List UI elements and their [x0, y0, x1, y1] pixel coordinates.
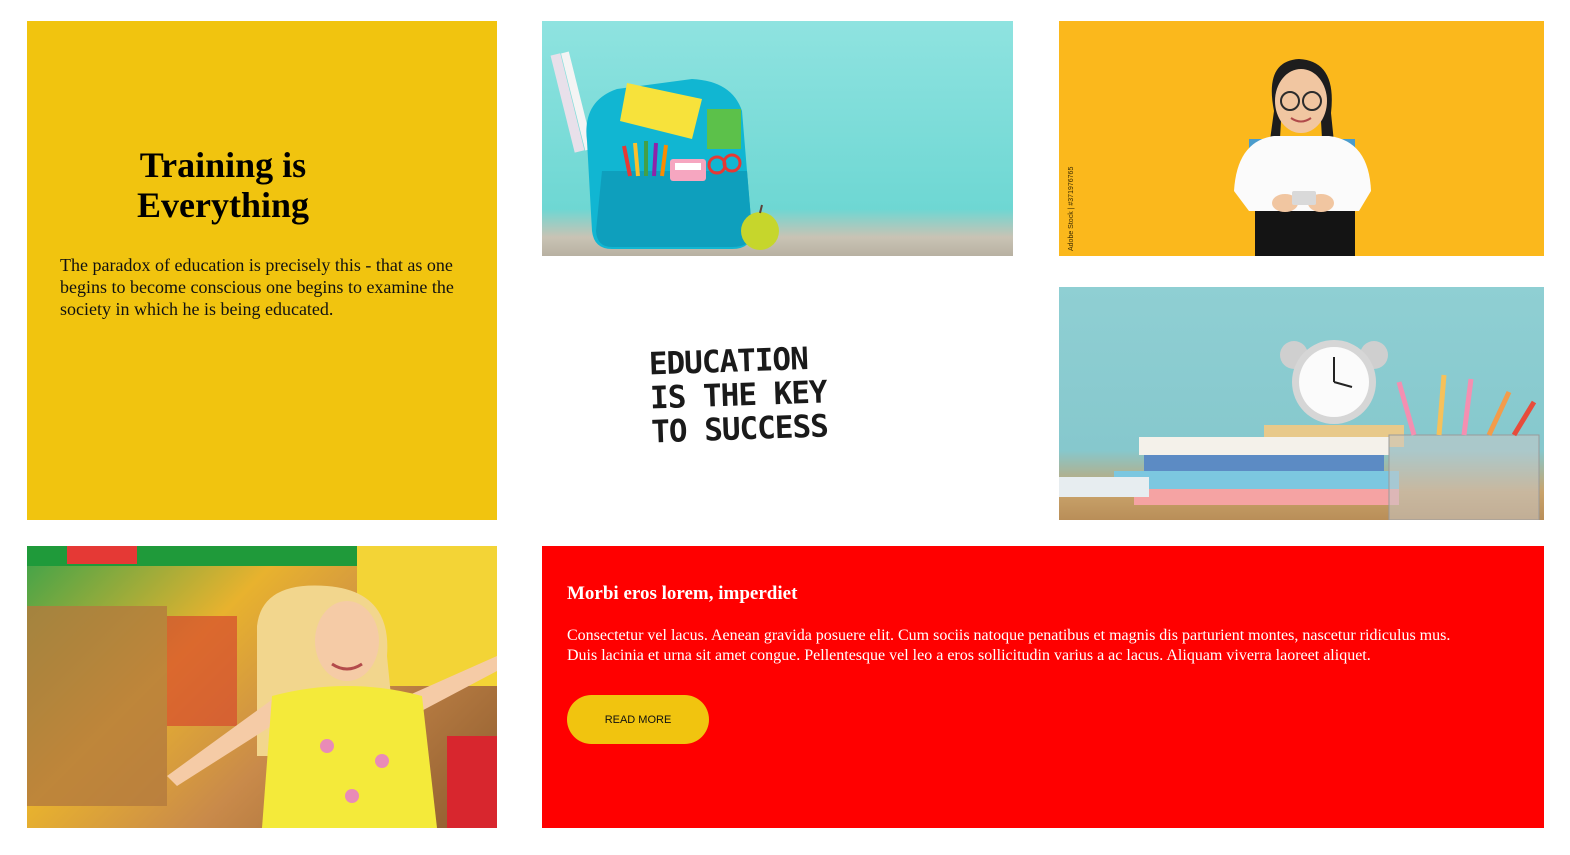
- intro-title: Training is Everything: [27, 145, 417, 225]
- quote-line3: TO SUCCESS: [650, 408, 829, 451]
- backpack-illustration: [550, 51, 779, 250]
- quote-graphic: EDUCATION IS THE KEY TO SUCCESS: [542, 287, 1013, 520]
- intro-card: Training is Everything The paradox of ed…: [27, 21, 497, 520]
- read-more-button[interactable]: READ MORE: [567, 695, 709, 744]
- backpack-photo: [542, 21, 1013, 256]
- intro-body: The paradox of education is precisely th…: [60, 255, 454, 319]
- quote-text: EDUCATION IS THE KEY TO SUCCESS: [648, 338, 911, 451]
- svg-text:Adobe Stock | #371976765: Adobe Stock | #371976765: [1068, 167, 1075, 251]
- girl-playground-illustration: [27, 546, 497, 828]
- intro-title-line1: Training is: [139, 145, 307, 185]
- books-clock-photo: [1059, 287, 1544, 520]
- girl-with-phone-photo: Adobe Stock | #371976765: [1059, 21, 1544, 256]
- cta-card: Morbi eros lorem, imperdiet Consectetur …: [542, 546, 1544, 828]
- girl-with-phone-illustration: Adobe Stock | #371976765: [1068, 59, 1371, 256]
- cta-heading: Morbi eros lorem, imperdiet: [567, 583, 798, 604]
- intro-title-line2: Everything: [136, 185, 309, 225]
- cta-body: Consectetur vel lacus. Aenean gravida po…: [567, 627, 1451, 664]
- books-clock-illustration: [1059, 340, 1540, 520]
- girl-playground-photo: [27, 546, 497, 828]
